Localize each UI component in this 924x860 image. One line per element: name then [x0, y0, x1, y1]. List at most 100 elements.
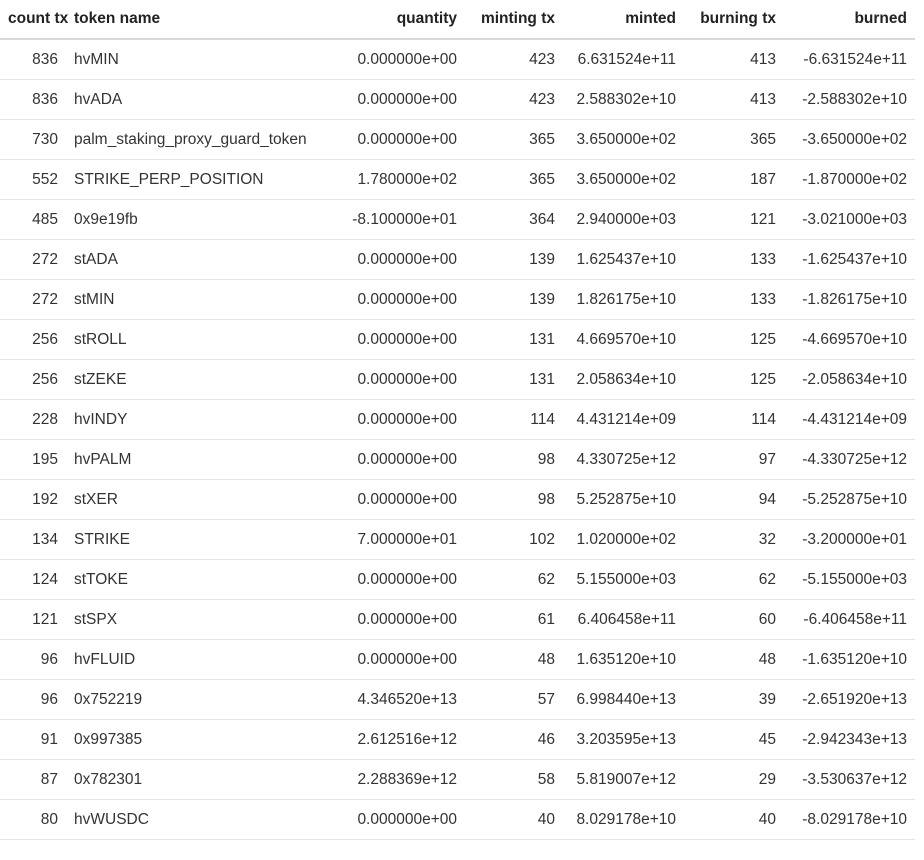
cell-minting-tx: 40 — [465, 799, 563, 840]
cell-minted: 1.635120e+10 — [563, 639, 684, 680]
cell-token-name: hvWUSDC — [66, 799, 334, 840]
header-burned[interactable]: burned — [784, 0, 915, 40]
cell-token-name: STRIKE — [66, 519, 334, 560]
header-quantity[interactable]: quantity — [334, 0, 465, 40]
cell-minted: 4.669570e+10 — [563, 319, 684, 360]
cell-token-name: stADA — [66, 239, 334, 280]
table-row: 80 hvWUSDC 0.000000e+00 40 8.029178e+10 40 -8.… — [0, 799, 915, 840]
cell-burned: -2.651920e+13 — [784, 679, 915, 720]
cell-burning-tx: 365 — [684, 119, 784, 160]
cell-quantity: 7.000000e+01 — [334, 519, 465, 560]
cell-minted: 6.998440e+13 — [563, 679, 684, 720]
cell-quantity: 2.612516e+12 — [334, 719, 465, 760]
cell-quantity: 0.000000e+00 — [334, 39, 465, 80]
cell-burning-tx: 32 — [684, 519, 784, 560]
cell-count-tx: 256 — [0, 319, 66, 360]
table-row: 272 stADA 0.000000e+00 139 1.625437e+10 133 -1… — [0, 239, 915, 280]
table-header: count tx token name quantity minting tx … — [0, 0, 915, 40]
cell-minting-tx: 365 — [465, 119, 563, 160]
cell-minting-tx: 364 — [465, 199, 563, 240]
cell-minted: 4.330725e+12 — [563, 439, 684, 480]
cell-burned: -1.870000e+02 — [784, 159, 915, 200]
cell-burning-tx: 125 — [684, 319, 784, 360]
cell-burned: -2.942343e+13 — [784, 719, 915, 760]
cell-count-tx: 228 — [0, 399, 66, 440]
cell-minting-tx: 423 — [465, 39, 563, 80]
cell-burning-tx: 97 — [684, 439, 784, 480]
header-burning-tx[interactable]: burning tx — [684, 0, 784, 40]
cell-minted: 2.588302e+10 — [563, 79, 684, 120]
header-minting-tx[interactable]: minting tx — [465, 0, 563, 40]
cell-token-name: stSPX — [66, 599, 334, 640]
cell-token-name: 0x997385 — [66, 719, 334, 760]
token-stats-table: count tx token name quantity minting tx … — [0, 0, 915, 840]
cell-token-name: 0x9e19fb — [66, 199, 334, 240]
cell-burning-tx: 133 — [684, 279, 784, 320]
cell-burning-tx: 40 — [684, 799, 784, 840]
cell-burned: -5.252875e+10 — [784, 479, 915, 520]
cell-burned: -3.530637e+12 — [784, 759, 915, 800]
table-row: 121 stSPX 0.000000e+00 61 6.406458e+11 60 -6.4… — [0, 599, 915, 640]
cell-count-tx: 730 — [0, 119, 66, 160]
table-row: 192 stXER 0.000000e+00 98 5.252875e+10 94 -5.2… — [0, 479, 915, 520]
cell-count-tx: 91 — [0, 719, 66, 760]
header-minted[interactable]: minted — [563, 0, 684, 40]
header-token-name[interactable]: token name — [66, 0, 334, 40]
cell-burned: -2.588302e+10 — [784, 79, 915, 120]
cell-burned: -6.406458e+11 — [784, 599, 915, 640]
table-row: 96 0x752219 4.346520e+13 57 6.998440e+13 39 -2… — [0, 679, 915, 720]
cell-quantity: 0.000000e+00 — [334, 319, 465, 360]
cell-minting-tx: 131 — [465, 319, 563, 360]
cell-quantity: 0.000000e+00 — [334, 239, 465, 280]
cell-quantity: 4.346520e+13 — [334, 679, 465, 720]
cell-minting-tx: 98 — [465, 479, 563, 520]
table-row: 836 hvMIN 0.000000e+00 423 6.631524e+11 413 -6… — [0, 39, 915, 80]
cell-burned: -6.631524e+11 — [784, 39, 915, 80]
cell-minted: 4.431214e+09 — [563, 399, 684, 440]
cell-token-name: hvADA — [66, 79, 334, 120]
cell-count-tx: 552 — [0, 159, 66, 200]
cell-token-name: stZEKE — [66, 359, 334, 400]
cell-burned: -3.021000e+03 — [784, 199, 915, 240]
cell-token-name: hvINDY — [66, 399, 334, 440]
table-row: 195 hvPALM 0.000000e+00 98 4.330725e+12 97 -4.… — [0, 439, 915, 480]
cell-token-name: palm_staking_proxy_guard_token — [66, 119, 334, 160]
table-row: 485 0x9e19fb -8.100000e+01 364 2.940000e+03 1… — [0, 199, 915, 240]
table-row: 256 stZEKE 0.000000e+00 131 2.058634e+10 125-… — [0, 359, 915, 400]
table-row: 552 STRIKE_PERP_POSITION 1.780000e+02 365 3.… — [0, 159, 915, 200]
cell-minted: 2.058634e+10 — [563, 359, 684, 400]
cell-count-tx: 134 — [0, 519, 66, 560]
cell-minted: 8.029178e+10 — [563, 799, 684, 840]
cell-minting-tx: 58 — [465, 759, 563, 800]
cell-quantity: 0.000000e+00 — [334, 399, 465, 440]
cell-count-tx: 485 — [0, 199, 66, 240]
table-row: 96 hvFLUID 0.000000e+00 48 1.635120e+10 48 -1.… — [0, 639, 915, 680]
cell-quantity: 0.000000e+00 — [334, 479, 465, 520]
cell-burning-tx: 48 — [684, 639, 784, 680]
cell-burning-tx: 39 — [684, 679, 784, 720]
cell-count-tx: 96 — [0, 679, 66, 720]
table-row: 134 STRIKE 7.000000e+01 102 1.020000e+02 32 -3… — [0, 519, 915, 560]
header-count-tx[interactable]: count tx — [0, 0, 68, 40]
cell-token-name: hvPALM — [66, 439, 334, 480]
cell-burning-tx: 121 — [684, 199, 784, 240]
cell-burning-tx: 187 — [684, 159, 784, 200]
cell-token-name: stROLL — [66, 319, 334, 360]
cell-quantity: 0.000000e+00 — [334, 639, 465, 680]
cell-count-tx: 87 — [0, 759, 66, 800]
cell-burning-tx: 29 — [684, 759, 784, 800]
cell-burned: -3.200000e+01 — [784, 519, 915, 560]
cell-token-name: 0x752219 — [66, 679, 334, 720]
cell-minted: 3.203595e+13 — [563, 719, 684, 760]
table-row: 228 hvINDY 0.000000e+00 114 4.431214e+09 114-… — [0, 399, 915, 440]
cell-minted: 1.020000e+02 — [563, 519, 684, 560]
cell-count-tx: 256 — [0, 359, 66, 400]
cell-minting-tx: 131 — [465, 359, 563, 400]
cell-burned: -3.650000e+02 — [784, 119, 915, 160]
cell-burning-tx: 133 — [684, 239, 784, 280]
table-row: 124 stTOKE 0.000000e+00 62 5.155000e+03 62 -5.… — [0, 559, 915, 600]
cell-count-tx: 124 — [0, 559, 66, 600]
cell-minting-tx: 98 — [465, 439, 563, 480]
cell-burning-tx: 125 — [684, 359, 784, 400]
cell-minted: 2.940000e+03 — [563, 199, 684, 240]
